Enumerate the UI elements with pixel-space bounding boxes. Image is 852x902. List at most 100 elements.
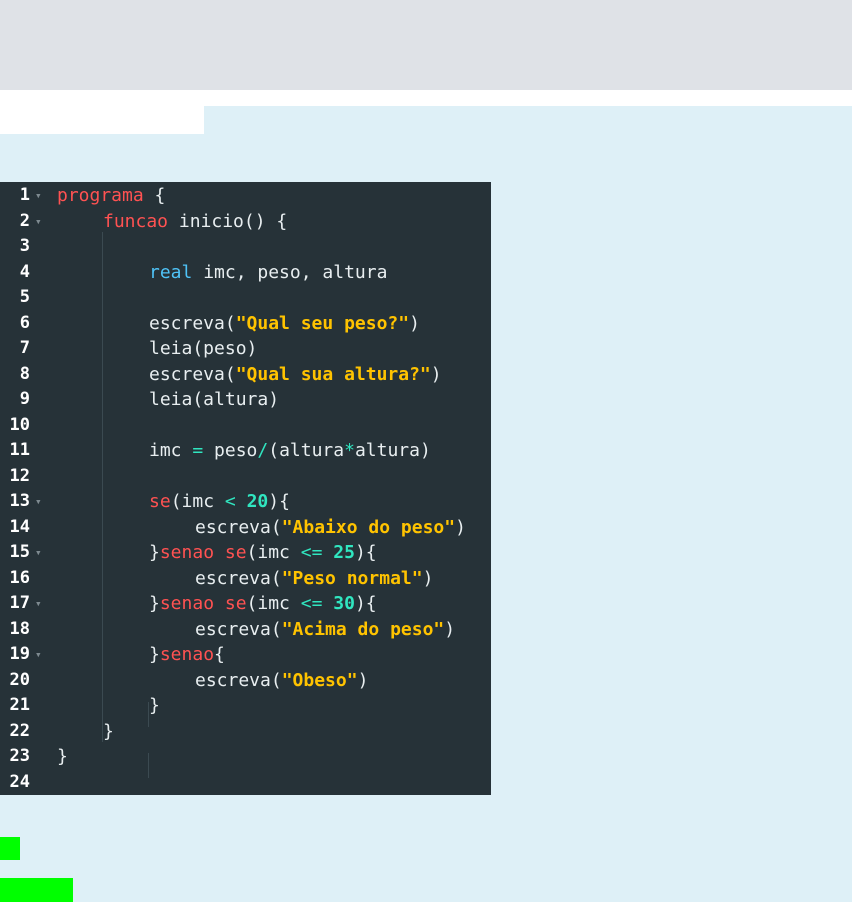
caret-down-icon[interactable]: ▾ bbox=[35, 183, 42, 209]
code-token: altura) bbox=[354, 440, 431, 461]
code-line[interactable]: 9 leia(altura) bbox=[0, 387, 491, 413]
code-line[interactable]: 10 bbox=[0, 413, 491, 439]
code-token: 30 bbox=[333, 593, 355, 614]
code-line[interactable]: 16 escreva("Peso normal") bbox=[0, 566, 491, 592]
code-line[interactable]: 5 bbox=[0, 285, 491, 311]
code-token: "Acima do peso" bbox=[281, 618, 445, 640]
line-number: 7 bbox=[19, 338, 30, 358]
line-number: 18 bbox=[9, 618, 30, 639]
code-text: funcao inicio() { bbox=[103, 209, 287, 235]
highlight-marker bbox=[0, 837, 20, 860]
code-line[interactable]: 14 escreva("Abaixo do peso") bbox=[0, 515, 491, 541]
divider-strip bbox=[0, 90, 852, 106]
code-token: inicio() { bbox=[168, 210, 288, 232]
code-line[interactable]: 13 ▾ se(imc < 20){ bbox=[0, 489, 491, 515]
code-token: escreva( bbox=[149, 312, 236, 334]
code-text: escreva("Peso normal") bbox=[195, 566, 433, 592]
line-number: 13 bbox=[9, 491, 30, 511]
code-text: leia(peso) bbox=[149, 336, 257, 362]
code-token: peso bbox=[203, 440, 258, 461]
code-text: escreva("Acima do peso") bbox=[195, 617, 455, 643]
code-text: imc = peso/(altura*altura) bbox=[149, 438, 431, 464]
code-token: (imc bbox=[246, 593, 301, 614]
code-token: escreva( bbox=[195, 669, 282, 691]
code-line[interactable]: 4 real imc, peso, altura bbox=[0, 260, 491, 286]
code-token: leia(altura) bbox=[149, 389, 280, 410]
line-number: 20 bbox=[9, 669, 30, 690]
line-number: 23 bbox=[9, 746, 30, 766]
code-token: imc, peso, altura bbox=[192, 261, 388, 283]
line-number: 15 bbox=[9, 542, 30, 562]
caret-down-icon[interactable]: ▾ bbox=[35, 642, 42, 668]
code-token: } bbox=[149, 644, 160, 665]
code-token: ){ bbox=[354, 542, 377, 563]
code-line[interactable]: 8 escreva("Qual sua altura?") bbox=[0, 362, 491, 388]
code-text: escreva("Qual sua altura?") bbox=[149, 362, 442, 388]
code-token: (imc bbox=[246, 542, 301, 563]
code-token: { bbox=[143, 185, 166, 206]
caret-down-icon[interactable]: ▾ bbox=[35, 540, 42, 566]
code-text: se(imc < 20){ bbox=[149, 489, 290, 515]
line-number: 3 bbox=[19, 236, 30, 256]
code-token: "Qual seu peso?" bbox=[235, 312, 410, 334]
code-line[interactable]: 21} bbox=[0, 693, 491, 719]
code-line[interactable]: 12 bbox=[0, 464, 491, 490]
code-line[interactable]: 7 leia(peso) bbox=[0, 336, 491, 362]
code-line[interactable]: 3 bbox=[0, 234, 491, 260]
line-number: 1 bbox=[19, 185, 30, 205]
line-number: 6 bbox=[19, 312, 30, 333]
code-token: 20 bbox=[246, 491, 269, 512]
code-token: senao bbox=[159, 644, 215, 665]
code-line[interactable]: 18 escreva("Acima do peso") bbox=[0, 617, 491, 643]
line-number: 4 bbox=[19, 261, 30, 282]
code-line[interactable]: 23} bbox=[0, 744, 491, 770]
code-line[interactable]: 1 ▾ programa { bbox=[0, 183, 491, 209]
code-line[interactable]: 19 ▾}senao{ bbox=[0, 642, 491, 668]
code-token: ){ bbox=[268, 491, 290, 512]
code-line[interactable]: 22} bbox=[0, 719, 491, 745]
code-text: leia(altura) bbox=[149, 387, 279, 413]
code-token: "Qual sua altura?" bbox=[235, 363, 431, 385]
line-number: 24 bbox=[9, 771, 30, 792]
code-token: ) bbox=[430, 363, 442, 385]
code-token: (imc bbox=[170, 491, 225, 512]
code-line[interactable]: 6 escreva("Qual seu peso?") bbox=[0, 311, 491, 337]
code-token: < bbox=[224, 491, 236, 512]
code-token: * bbox=[344, 440, 355, 461]
code-editor[interactable]: 1 ▾ programa {2 ▾ funcao inicio() {3 4 real im… bbox=[0, 182, 491, 795]
code-token: ) bbox=[357, 669, 369, 691]
code-line[interactable]: 20 escreva("Obeso") bbox=[0, 668, 491, 694]
code-token: programa bbox=[57, 185, 144, 206]
line-number: 5 bbox=[19, 287, 30, 307]
code-line[interactable]: 17 ▾ }senao se(imc <= 30){ bbox=[0, 591, 491, 617]
line-number: 11 bbox=[9, 440, 30, 460]
code-text: escreva("Qual seu peso?") bbox=[149, 311, 420, 337]
code-token: <= bbox=[300, 593, 323, 614]
tab-strip bbox=[0, 106, 204, 134]
line-number: 10 bbox=[9, 414, 30, 435]
line-number: 17 bbox=[9, 593, 30, 613]
code-token: escreva( bbox=[195, 516, 282, 538]
code-token: escreva( bbox=[195, 567, 282, 589]
line-number: 12 bbox=[9, 465, 30, 486]
code-token: ) bbox=[422, 567, 434, 589]
code-token: = bbox=[192, 440, 204, 461]
top-toolbar-area bbox=[0, 0, 852, 90]
caret-down-icon[interactable]: ▾ bbox=[35, 591, 42, 617]
code-line[interactable]: 15 ▾}senao se(imc <= 25){ bbox=[0, 540, 491, 566]
line-number: 8 bbox=[19, 363, 30, 384]
code-token: ) bbox=[444, 618, 456, 640]
code-token: } bbox=[57, 746, 68, 767]
code-token: / bbox=[257, 440, 269, 461]
code-token: } bbox=[149, 542, 160, 563]
code-line[interactable]: 11 imc = peso/(altura*altura) bbox=[0, 438, 491, 464]
caret-down-icon[interactable]: ▾ bbox=[35, 209, 42, 235]
highlight-marker bbox=[0, 878, 73, 902]
code-text: }senao se(imc <= 30){ bbox=[149, 591, 377, 617]
code-token: 25 bbox=[333, 542, 355, 563]
code-line[interactable]: 2 ▾ funcao inicio() { bbox=[0, 209, 491, 235]
caret-down-icon[interactable]: ▾ bbox=[35, 489, 42, 515]
code-line[interactable]: 24 bbox=[0, 770, 491, 796]
code-token: (altura bbox=[268, 440, 345, 461]
